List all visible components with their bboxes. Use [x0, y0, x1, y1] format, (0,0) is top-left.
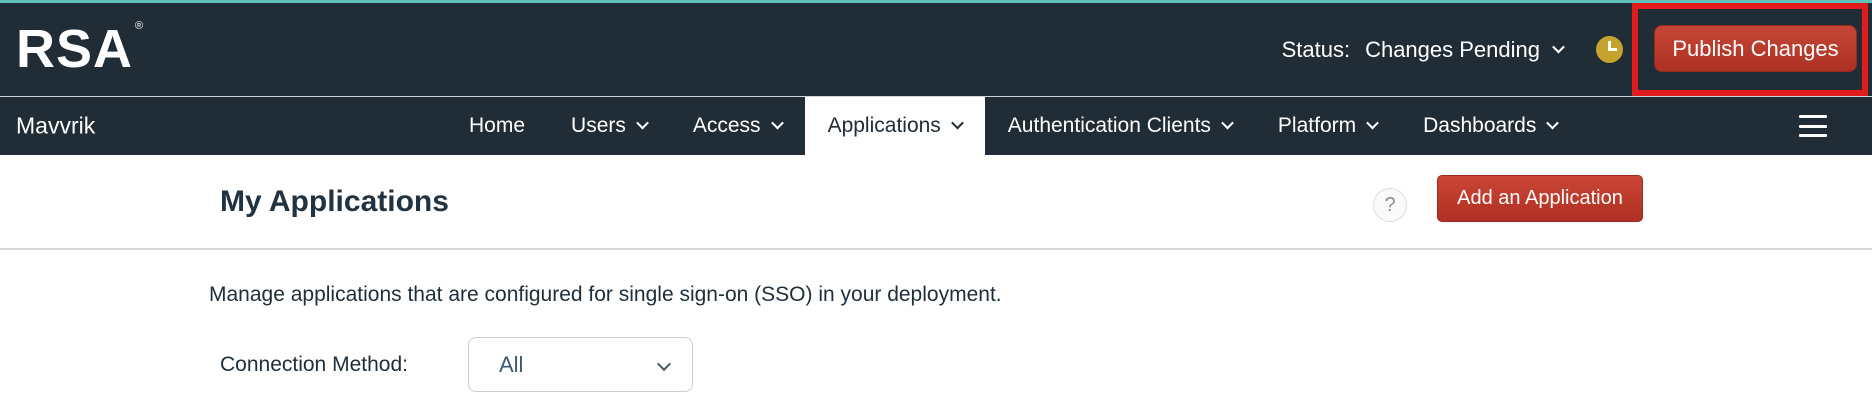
connection-method-label: Connection Method: — [220, 353, 408, 377]
help-icon[interactable]: ? — [1373, 188, 1407, 222]
nav-item-applications[interactable]: Applications — [805, 97, 985, 155]
top-bar: RSA® Status: Changes Pending Publish Cha… — [0, 3, 1872, 96]
main-nav-bar: Mavvrik Home Users Access Applications A… — [0, 96, 1872, 155]
tenant-name: Mavvrik — [16, 113, 95, 140]
add-application-button[interactable]: Add an Application — [1437, 175, 1643, 222]
chevron-down-icon — [1221, 116, 1234, 129]
header-divider — [0, 248, 1872, 250]
clock-hour-hand — [1608, 48, 1617, 51]
rsa-logo: RSA® — [16, 21, 144, 76]
nav-item-label: Users — [571, 114, 626, 138]
nav-items: Home Users Access Applications Authentic… — [446, 97, 1580, 155]
chevron-down-icon — [771, 116, 784, 129]
nav-item-label: Dashboards — [1423, 114, 1536, 138]
nav-item-label: Platform — [1278, 114, 1356, 138]
nav-item-authentication-clients[interactable]: Authentication Clients — [985, 97, 1255, 155]
page-title: My Applications — [220, 185, 449, 219]
nav-item-label: Home — [469, 114, 525, 138]
chevron-down-icon — [1366, 116, 1379, 129]
nav-item-label: Applications — [828, 114, 941, 138]
nav-item-label: Access — [693, 114, 761, 138]
status-chevron-down-icon[interactable] — [1552, 40, 1565, 53]
rsa-logo-text: RSA — [16, 19, 133, 79]
status-label: Status: — [1282, 37, 1350, 63]
page-header: My Applications ? Add an Application — [0, 155, 1872, 248]
nav-item-home[interactable]: Home — [446, 97, 548, 155]
top-accent-line — [0, 0, 1872, 3]
connection-method-select[interactable]: All — [468, 337, 693, 392]
pending-clock-icon — [1596, 36, 1623, 63]
hamburger-menu-icon[interactable] — [1799, 115, 1827, 137]
status-group: Status: Changes Pending — [1282, 3, 1623, 96]
registered-mark: ® — [135, 20, 144, 32]
connection-method-select-wrap: All — [468, 337, 693, 392]
page-description: Manage applications that are configured … — [209, 283, 1002, 307]
chevron-down-icon — [1546, 116, 1559, 129]
nav-item-access[interactable]: Access — [670, 97, 805, 155]
publish-changes-button[interactable]: Publish Changes — [1654, 25, 1857, 72]
nav-item-label: Authentication Clients — [1008, 114, 1211, 138]
nav-item-dashboards[interactable]: Dashboards — [1400, 97, 1580, 155]
nav-item-platform[interactable]: Platform — [1255, 97, 1400, 155]
status-value[interactable]: Changes Pending — [1365, 37, 1540, 63]
chevron-down-icon — [636, 116, 649, 129]
chevron-down-icon — [951, 116, 964, 129]
nav-item-users[interactable]: Users — [548, 97, 670, 155]
